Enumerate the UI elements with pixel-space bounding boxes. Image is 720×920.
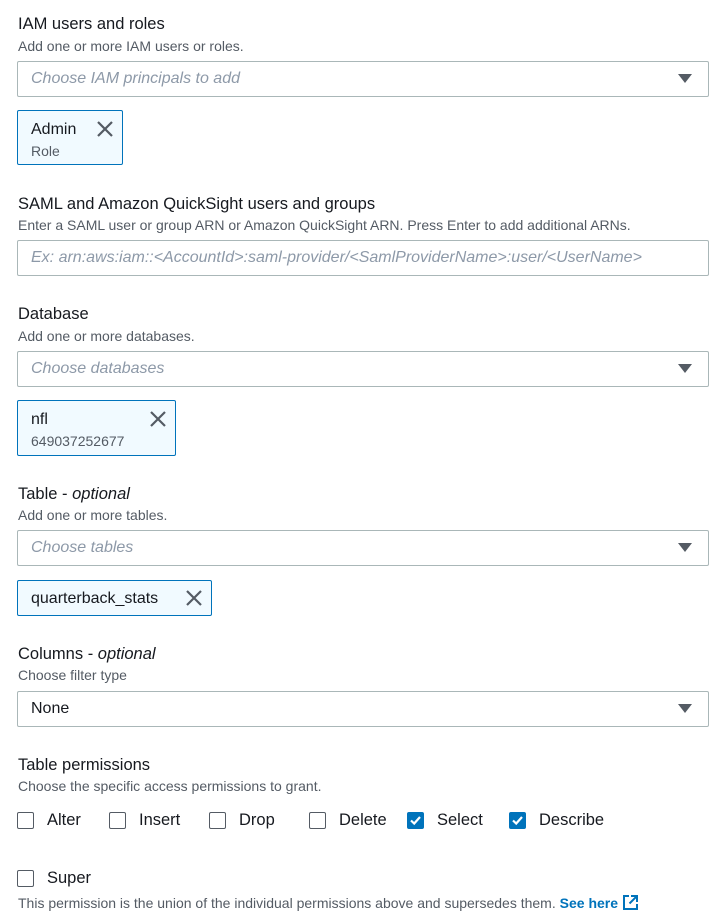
checkbox-super[interactable] [17,869,34,887]
close-icon[interactable] [185,589,203,607]
permission-label: Alter [47,810,81,829]
saml-label: SAML and Amazon QuickSight users and gro… [18,195,376,213]
table-placeholder: Choose tables [31,539,134,556]
token-name: nfl [31,411,48,428]
permissions-checkbox-row: Alter Insert Drop Delete Select Describe [17,809,619,831]
permission-label: Describe [539,810,605,829]
super-permission-row: Super [17,867,91,889]
permissions-label: Table permissions [18,756,151,774]
database-description: Add one or more databases. [18,328,195,344]
checkmark-icon [512,815,523,825]
permission-describe[interactable]: Describe [509,811,619,830]
database-label: Database [18,305,89,323]
checkbox-describe[interactable] [509,811,526,829]
permission-drop[interactable]: Drop [209,811,309,830]
see-here-link[interactable]: See here [560,895,639,911]
close-icon[interactable] [149,410,167,428]
checkbox-delete[interactable] [309,811,326,829]
table-token-quarterback-stats: quarterback_stats [17,580,212,616]
permission-label: Super [47,868,92,887]
iam-description: Add one or more IAM users or roles. [18,38,244,54]
token-name: quarterback_stats [31,590,159,607]
caret-down-icon [678,364,692,373]
token-detail: Role [31,143,60,159]
columns-filter-value: None [31,700,70,717]
token-detail: 649037252677 [31,433,125,449]
permission-label: Select [437,810,483,829]
table-select[interactable]: Choose tables [17,530,709,566]
permission-label: Drop [239,810,275,829]
iam-token-admin: Admin Role [17,110,123,165]
permissions-description: Choose the specific access permissions t… [18,778,322,794]
checkmark-icon [410,815,421,825]
caret-down-icon [678,704,692,713]
database-select[interactable]: Choose databases [17,351,709,387]
link-text: See here [559,895,619,911]
caret-down-icon [678,543,692,552]
table-label: Table - optional [18,484,130,504]
optional-tag: optional [97,645,156,663]
columns-label: Columns - optional [18,644,156,664]
caret-down-icon [678,74,692,83]
saml-placeholder: Ex: arn:aws:iam::<AccountId>:saml-provid… [31,249,642,266]
iam-placeholder: Choose IAM principals to add [31,70,240,87]
optional-tag: optional [72,485,130,503]
footnote-text: This permission is the union of the indi… [18,895,556,911]
columns-description: Choose filter type [18,667,127,683]
iam-principals-select[interactable]: Choose IAM principals to add [17,61,709,97]
close-icon[interactable] [96,120,114,138]
table-description: Add one or more tables. [18,507,168,523]
checkbox-alter[interactable] [17,811,34,829]
columns-label-text: Columns - [18,645,98,663]
database-placeholder: Choose databases [31,360,165,377]
external-link-icon [623,895,639,910]
permission-delete[interactable]: Delete [309,811,407,830]
super-footnote: This permission is the union of the indi… [18,894,639,911]
permission-alter[interactable]: Alter [17,811,109,830]
checkbox-select[interactable] [407,811,424,829]
iam-label: IAM users and roles [18,15,165,33]
permission-super[interactable]: Super [17,869,91,888]
database-token-nfl: nfl 649037252677 [17,400,176,456]
saml-arn-input[interactable]: Ex: arn:aws:iam::<AccountId>:saml-provid… [17,240,709,276]
token-name: Admin [31,121,77,138]
saml-description: Enter a SAML user or group ARN or Amazon… [18,217,631,233]
permission-insert[interactable]: Insert [109,811,209,830]
checkbox-drop[interactable] [209,811,226,829]
columns-filter-select[interactable]: None [17,691,709,727]
permission-label: Insert [139,810,181,829]
permission-label: Delete [339,810,387,829]
permission-select[interactable]: Select [407,811,509,830]
checkbox-insert[interactable] [109,811,126,829]
table-label-text: Table - [18,485,73,503]
